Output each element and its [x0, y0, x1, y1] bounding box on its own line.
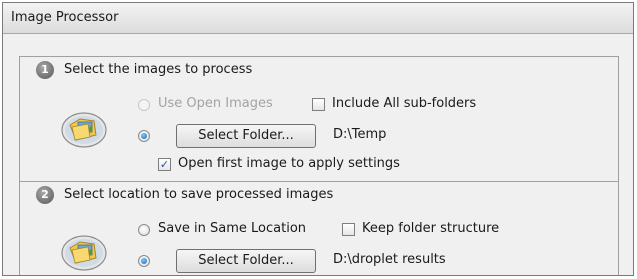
use-open-images-radio[interactable] [138, 99, 150, 111]
folder-images-icon [61, 112, 107, 148]
destination-select-folder-radio[interactable] [138, 255, 150, 267]
destination-select-folder-button[interactable]: Select Folder... [176, 249, 316, 273]
title-bar: Image Processor [3, 3, 633, 34]
section-save-location: 2 Select location to save processed imag… [19, 181, 619, 275]
destination-folder-path: D:\droplet results [333, 252, 446, 267]
select-folder-radio[interactable] [138, 130, 150, 142]
keep-folder-structure-checkbox[interactable] [342, 223, 355, 236]
step-number-badge: 1 [36, 61, 54, 79]
folder-images-icon [61, 235, 107, 271]
open-first-image-checkbox[interactable]: ✓ [158, 158, 171, 171]
select-folder-button[interactable]: Select Folder... [176, 124, 316, 148]
open-first-image-label: Open first image to apply settings [178, 156, 400, 171]
image-processor-window: Image Processor 1 Select the images to p… [2, 2, 634, 276]
save-same-location-label: Save in Same Location [158, 221, 307, 236]
step-number-badge: 2 [36, 186, 54, 204]
include-subfolders-checkbox[interactable] [312, 98, 325, 111]
section-select-images: 1 Select the images to process Use Open … [19, 56, 619, 182]
include-subfolders-label: Include All sub-folders [332, 96, 477, 111]
keep-folder-structure-label: Keep folder structure [362, 221, 500, 236]
section-title: Select the images to process [64, 62, 253, 77]
section-title: Select location to save processed images [64, 187, 334, 202]
window-title: Image Processor [11, 10, 119, 25]
source-folder-path: D:\Temp [333, 127, 387, 142]
use-open-images-label: Use Open Images [158, 96, 273, 111]
save-same-location-radio[interactable] [138, 224, 150, 236]
